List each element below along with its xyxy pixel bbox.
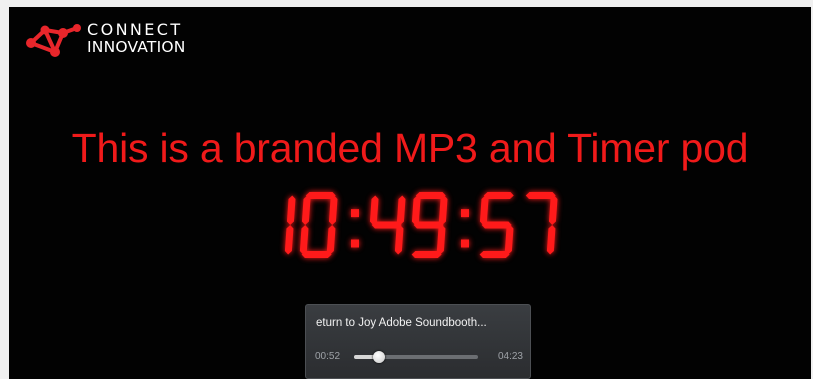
seven-segment-display: [284, 192, 558, 258]
clock-digit-2: [369, 195, 406, 255]
brand-logo: CONNECT INNOVATION: [23, 18, 186, 60]
brand-name-line2: INNOVATION: [87, 38, 186, 57]
elapsed-time: 00:52: [315, 351, 341, 362]
brand-name: CONNECT INNOVATION: [87, 22, 186, 56]
clock-colon: [351, 209, 359, 248]
molecule-logo-icon: [26, 24, 81, 57]
clock-digit-0: [284, 195, 296, 255]
timer-pod: CONNECT INNOVATION This is a branded MP3…: [9, 7, 811, 379]
clock-digit-3: [411, 192, 448, 258]
track-title: eturn to Joy Adobe Soundbooth...: [316, 317, 487, 329]
seek-bar[interactable]: [354, 351, 478, 363]
clock-colon: [461, 209, 469, 248]
countdown-timer: [9, 185, 811, 270]
brand-name-line1: CONNECT: [87, 20, 183, 40]
clock-digit-5: [525, 192, 558, 255]
mp3-player[interactable]: eturn to Joy Adobe Soundbooth... 00:52 0…: [305, 304, 531, 379]
seek-handle[interactable]: [373, 351, 386, 363]
clock-digit-4: [479, 192, 514, 258]
pod-headline: This is a branded MP3 and Timer pod: [71, 125, 749, 171]
clock-digit-1: [299, 192, 338, 258]
total-time: 04:23: [497, 351, 523, 362]
